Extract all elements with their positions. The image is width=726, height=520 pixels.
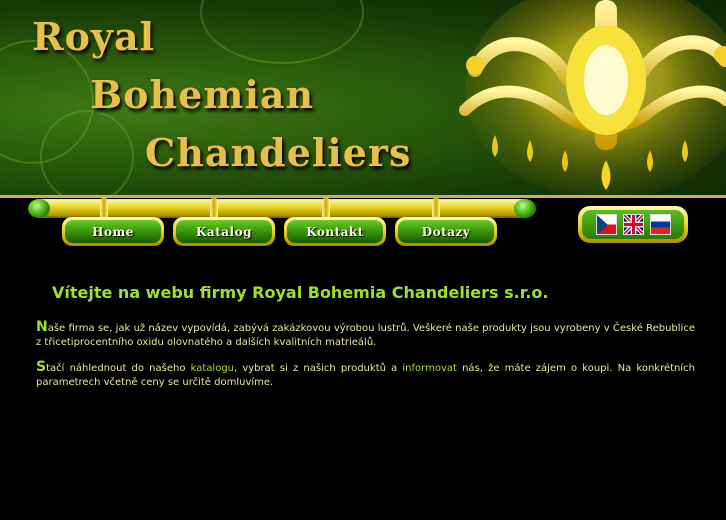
cta-paragraph: Stačí náhlednout do našeho katalogu, vyb… xyxy=(36,360,695,390)
site-title-line-3: Chandeliers xyxy=(145,130,412,175)
russian-flag-icon[interactable] xyxy=(649,214,671,235)
rail-end-right xyxy=(514,199,536,218)
nav-rail xyxy=(28,198,536,219)
rail-ring xyxy=(432,198,440,219)
nav-kontakt-button[interactable]: Kontakt xyxy=(284,217,386,246)
nav-katalog-face: Katalog xyxy=(176,220,272,243)
cta-text-1: tačí náhlednout do našeho xyxy=(46,363,191,374)
rail-ring xyxy=(322,198,330,219)
decorative-swirl xyxy=(200,0,364,64)
nav-kontakt-face: Kontakt xyxy=(287,220,383,243)
nav-home-button[interactable]: Home xyxy=(62,217,164,246)
nav-katalog-label: Katalog xyxy=(196,224,252,239)
cta-text-2: , vybrat si z našich produktů a xyxy=(234,363,403,374)
chandelier-image xyxy=(459,0,726,198)
intro-text: aše firma se, jak už název vypovídá, zab… xyxy=(36,323,695,348)
czech-flag-icon[interactable] xyxy=(595,214,617,235)
rail-ring xyxy=(210,198,218,219)
intro-paragraph: Naše firma se, jak už název vypovídá, za… xyxy=(36,320,695,350)
nav-home-face: Home xyxy=(65,220,161,243)
drop-cap: N xyxy=(36,319,48,335)
nav-dotazy-label: Dotazy xyxy=(421,224,471,239)
uk-flag-icon[interactable] xyxy=(622,214,644,235)
catalog-link[interactable]: katalogu xyxy=(191,363,234,374)
page-heading: Vítejte na webu firmy Royal Bohemia Chan… xyxy=(52,283,549,302)
inform-link[interactable]: informovat xyxy=(402,363,457,374)
uk-flag-graphic xyxy=(623,215,643,234)
site-title-line-2: Bohemian xyxy=(90,72,315,117)
decorative-swirl xyxy=(40,110,134,198)
nav-dotazy-button[interactable]: Dotazy xyxy=(395,217,497,246)
rail-end-left xyxy=(28,199,50,218)
nav-kontakt-label: Kontakt xyxy=(306,224,364,239)
site-title-line-1: Royal xyxy=(32,14,156,59)
language-switcher-inner xyxy=(582,210,684,239)
nav-katalog-button[interactable]: Katalog xyxy=(173,217,275,246)
nav-dotazy-face: Dotazy xyxy=(398,220,494,243)
rail-ring xyxy=(100,198,108,219)
header-banner: Royal Bohemian Chandeliers xyxy=(0,0,726,198)
language-switcher xyxy=(578,206,688,243)
banner-divider xyxy=(0,195,726,198)
nav-home-label: Home xyxy=(92,224,134,239)
drop-cap: S xyxy=(36,359,47,375)
